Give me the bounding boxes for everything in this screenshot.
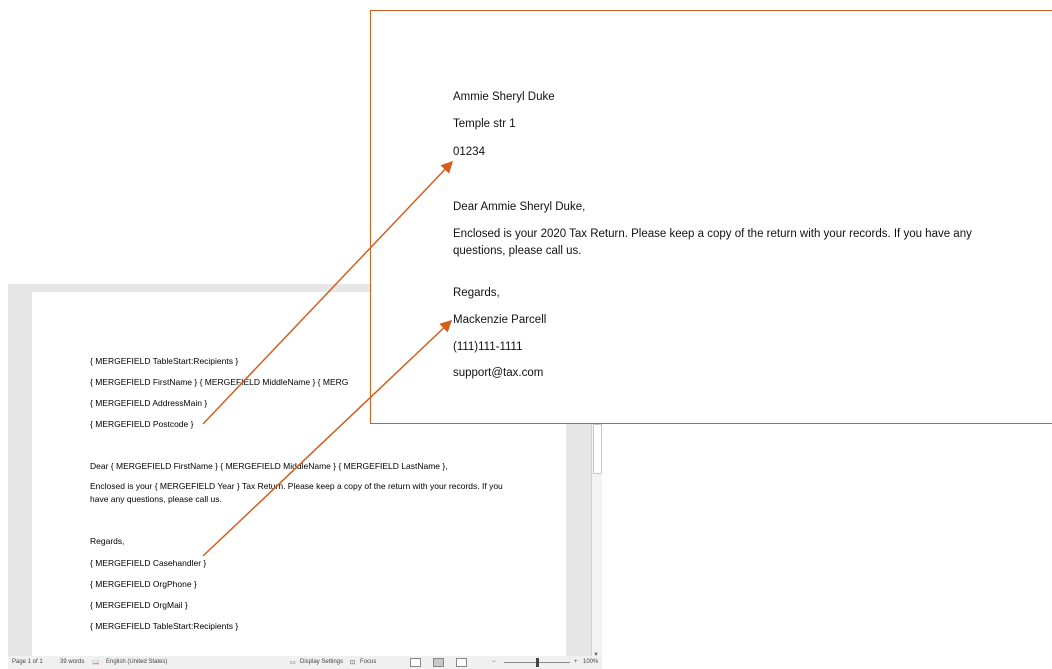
preview-greeting: Dear Ammie Sheryl Duke, (453, 201, 586, 213)
regards-line[interactable]: Regards, (90, 536, 125, 546)
preview-phone: (111)111-1111 (453, 341, 523, 353)
display-settings-button[interactable]: Display Settings (300, 659, 343, 665)
focus-icon[interactable]: ⊡ (350, 659, 355, 666)
word-count[interactable]: 39 words (60, 659, 84, 665)
zoom-in-button[interactable]: + (574, 659, 578, 665)
casehandler-field[interactable]: { MERGEFIELD Casehandler } (90, 558, 206, 568)
language-indicator[interactable]: English (United States) (106, 659, 167, 665)
zoom-out-button[interactable]: − (492, 659, 496, 665)
page-count[interactable]: Page 1 of 1 (12, 659, 43, 665)
preview-name: Ammie Sheryl Duke (453, 91, 555, 103)
proofing-icon[interactable]: 📖 (92, 659, 99, 666)
zoom-level[interactable]: 100% (583, 659, 598, 665)
preview-address: Temple str 1 (453, 118, 516, 130)
dear-line[interactable]: Dear { MERGEFIELD FirstName } { MERGEFIE… (90, 461, 448, 471)
postcode-field[interactable]: { MERGEFIELD Postcode } (90, 419, 193, 429)
tablestart-field-top[interactable]: { MERGEFIELD TableStart:Recipients } (90, 356, 238, 366)
preview-postcode: 01234 (453, 146, 485, 158)
web-layout-icon[interactable] (456, 658, 467, 667)
status-bar: Page 1 of 1 39 words 📖 English (United S… (8, 656, 602, 669)
orgmail-field[interactable]: { MERGEFIELD OrgMail } (90, 600, 188, 610)
preview-body: Enclosed is your 2020 Tax Return. Please… (453, 228, 972, 257)
tablestart-field-bottom[interactable]: { MERGEFIELD TableStart:Recipients } (90, 621, 238, 631)
address-field[interactable]: { MERGEFIELD AddressMain } (90, 398, 207, 408)
focus-button[interactable]: Focus (360, 659, 376, 665)
name-fields-line[interactable]: { MERGEFIELD FirstName } { MERGEFIELD Mi… (90, 377, 348, 387)
preview-email: support@tax.com (453, 367, 544, 379)
orgphone-field[interactable]: { MERGEFIELD OrgPhone } (90, 579, 197, 589)
preview-signer: Mackenzie Parcell (453, 314, 547, 326)
read-mode-icon[interactable] (410, 658, 421, 667)
print-layout-icon[interactable] (433, 658, 444, 667)
merged-letter-preview: Ammie Sheryl Duke Temple str 1 01234 Dea… (370, 10, 1052, 424)
zoom-slider-knob[interactable] (536, 658, 539, 667)
body-paragraph[interactable]: Enclosed is your { MERGEFIELD Year } Tax… (90, 480, 510, 506)
preview-regards: Regards, (453, 287, 500, 299)
display-settings-icon[interactable]: ▭ (290, 659, 296, 666)
scroll-thumb[interactable] (593, 424, 602, 474)
